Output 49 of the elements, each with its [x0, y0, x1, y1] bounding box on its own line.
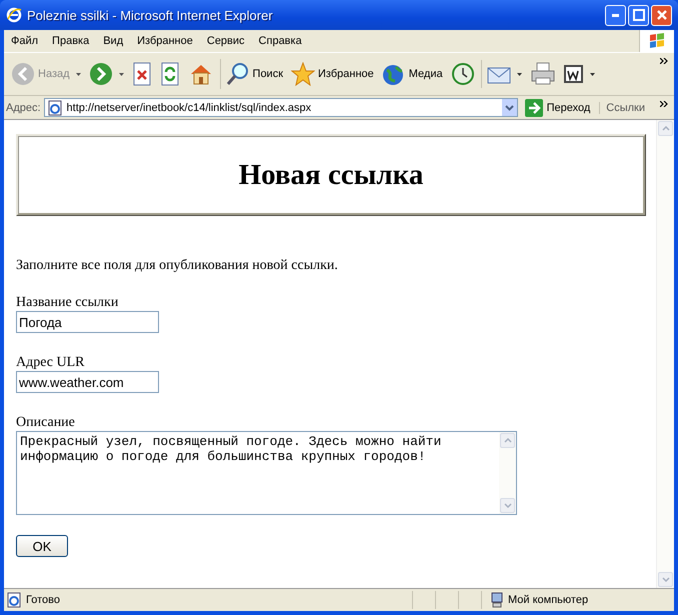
- menu-item[interactable]: Сервис: [200, 35, 252, 47]
- printer-icon: [530, 62, 556, 86]
- more-chevron-icon[interactable]: [660, 58, 668, 64]
- menu-item[interactable]: Избранное: [130, 35, 200, 47]
- dropdown-arrow-icon: [590, 72, 595, 76]
- input-field[interactable]: www.weather.com: [16, 371, 159, 393]
- status-text: Готово: [26, 594, 60, 606]
- computer-icon: [490, 592, 504, 608]
- maximize-button[interactable]: [628, 4, 649, 26]
- page-heading: Новая ссылка: [238, 159, 424, 192]
- address-field[interactable]: http://netserver/inetbook/c14/linklist/sql/index.aspx: [44, 98, 518, 117]
- go-button[interactable]: Переход: [520, 98, 596, 116]
- menu-item[interactable]: Файл: [4, 35, 46, 47]
- search-icon: [226, 62, 250, 86]
- dropdown-arrow-icon: [516, 72, 522, 76]
- ok-button[interactable]: OK: [16, 535, 68, 557]
- go-arrow-icon: [524, 98, 543, 116]
- input-field[interactable]: Погода: [16, 311, 159, 333]
- field-label: Название ссылки: [16, 294, 118, 311]
- page-x-icon: [132, 62, 152, 86]
- search-button[interactable]: Поиск: [222, 60, 286, 88]
- page-icon: [6, 592, 22, 608]
- favorites-button[interactable]: Избранное: [288, 60, 377, 88]
- document-w-icon: [564, 64, 584, 84]
- window-title: Poleznie ssilki - Microsoft Internet Explorer: [27, 8, 274, 22]
- star-icon: [291, 62, 316, 86]
- field-label: Описание: [16, 414, 75, 431]
- minimize-icon: [612, 14, 619, 16]
- dropdown-arrow-icon: [118, 72, 124, 76]
- close-icon: [656, 9, 668, 21]
- minimize-button[interactable]: [605, 4, 626, 26]
- more-chevron-icon[interactable]: [660, 100, 668, 106]
- field-label: Адрес ULR: [16, 354, 85, 371]
- address-label: Адрес:: [6, 102, 41, 114]
- media-button[interactable]: Медиа: [378, 60, 446, 88]
- maximize-icon: [632, 9, 644, 21]
- dropdown-arrow-icon: [76, 72, 81, 76]
- browser-logo-icon: [6, 7, 22, 23]
- zone-text: Мой компьютер: [508, 594, 588, 606]
- close-button[interactable]: [651, 4, 672, 26]
- menu-item[interactable]: Справка: [252, 35, 309, 47]
- intro-text: Заполните все поля для опубликования новой ссылки.: [16, 258, 339, 274]
- links-button[interactable]: Ссылки: [599, 102, 657, 114]
- menu-item[interactable]: Вид: [96, 35, 130, 47]
- page-icon: [46, 100, 63, 116]
- globe-icon: [382, 62, 406, 86]
- menu-item[interactable]: Правка: [45, 35, 96, 47]
- clock-icon: [450, 62, 475, 86]
- refresh-icon: [160, 62, 180, 86]
